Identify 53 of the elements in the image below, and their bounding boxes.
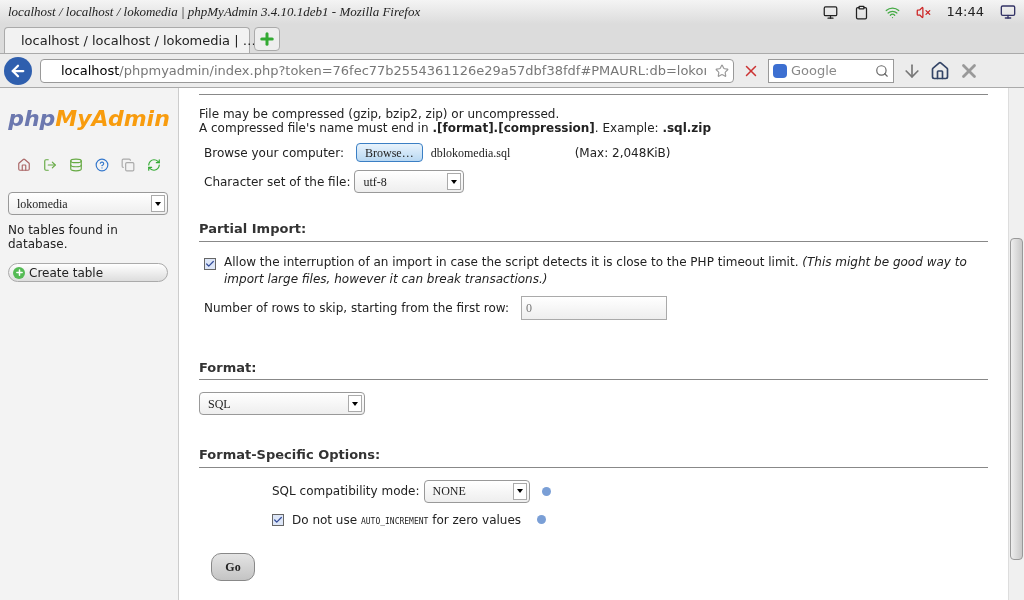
database-select[interactable]: lokomedia — [8, 192, 168, 215]
search-icon[interactable] — [875, 63, 889, 78]
exit-icon[interactable] — [43, 158, 57, 172]
desktop-icon[interactable] — [1000, 4, 1016, 20]
browse-button[interactable]: Browse… — [356, 143, 423, 162]
home-icon[interactable] — [930, 60, 950, 81]
charset-label: Character set of the file: — [204, 173, 351, 191]
compat-mode-label: SQL compatibility mode: — [272, 483, 420, 500]
checkbox[interactable] — [272, 513, 284, 526]
reload-icon[interactable] — [147, 158, 161, 172]
section-heading: Partial Import: — [199, 221, 307, 236]
plus-icon — [258, 30, 276, 48]
max-size: (Max: 2,048KiB) — [574, 144, 671, 162]
clipboard-icon[interactable] — [853, 4, 869, 20]
scrollbar[interactable] — [1008, 88, 1024, 600]
section-heading: Format-Specific Options: — [199, 447, 381, 462]
create-table-button[interactable]: Create table — [8, 263, 168, 282]
auto-increment-option-text: Do not use AUTO_INCREMENT for zero values — [292, 511, 522, 529]
skip-rows-field[interactable]: 0 — [521, 295, 667, 320]
help-icon[interactable] — [541, 486, 551, 496]
compat-mode-select[interactable]: NONE — [423, 479, 530, 503]
charset-select[interactable]: utf-8 — [354, 170, 465, 193]
search-field[interactable]: Google — [768, 58, 894, 83]
file-name: dblokomedia.sql — [430, 144, 512, 162]
plus-icon — [13, 266, 25, 279]
help-icon[interactable] — [537, 515, 547, 524]
mute-icon[interactable] — [915, 4, 931, 20]
section-heading: Format: — [199, 359, 257, 375]
interrupt-option-text: Allow the interruption of an import in case the script detects it is close to the PHP timeout limit. (This might be good way to import large files, however it can break transactions.) — [224, 253, 968, 288]
signal-icon[interactable] — [884, 4, 900, 20]
checkbox[interactable] — [204, 257, 216, 270]
new-tab-button[interactable] — [254, 27, 280, 51]
compression-note: A compressed file's name must end in .[format].[compression]. Example: .sql.zip — [199, 121, 713, 135]
documents-icon[interactable] — [121, 158, 135, 172]
scrollbar-thumb[interactable] — [1010, 238, 1023, 560]
url-host: localhost — [61, 62, 120, 78]
home-icon[interactable] — [17, 158, 31, 172]
address-bar[interactable]: localhost/phpmyadmin/index.php?token=76fec77b2554361126e29a57dbf38fdf#PMAURL:db=lokoı — [40, 58, 734, 83]
browse-label: Browse your computer: — [204, 144, 344, 162]
format-select[interactable]: SQL — [199, 392, 365, 415]
logo: phpMyAdmin — [8, 108, 170, 130]
window-title: localhost / localhost / lokomedia | phpMyAdmin 3.4.10.1deb1 - Mozilla Firefox — [8, 3, 421, 22]
skip-rows-label: Number of rows to skip, starting from the first row: — [204, 299, 509, 317]
database-icon[interactable] — [69, 158, 83, 172]
go-button[interactable]: Go — [211, 552, 255, 581]
monitor-icon[interactable] — [822, 4, 838, 20]
help-icon[interactable] — [95, 158, 109, 172]
back-button[interactable] — [4, 56, 32, 85]
clock: 14:44 — [946, 3, 984, 22]
compression-note: File may be compressed (gzip, bzip2, zip) or uncompressed. — [199, 107, 561, 121]
no-tables-message: No tables found in database. — [8, 223, 119, 251]
url-path: /phpmyadmin/index.php?token=76fec77b2554361126e29a57dbf38fdf#PMAURL:db=lokoı — [119, 62, 707, 78]
star-icon[interactable] — [715, 63, 729, 78]
